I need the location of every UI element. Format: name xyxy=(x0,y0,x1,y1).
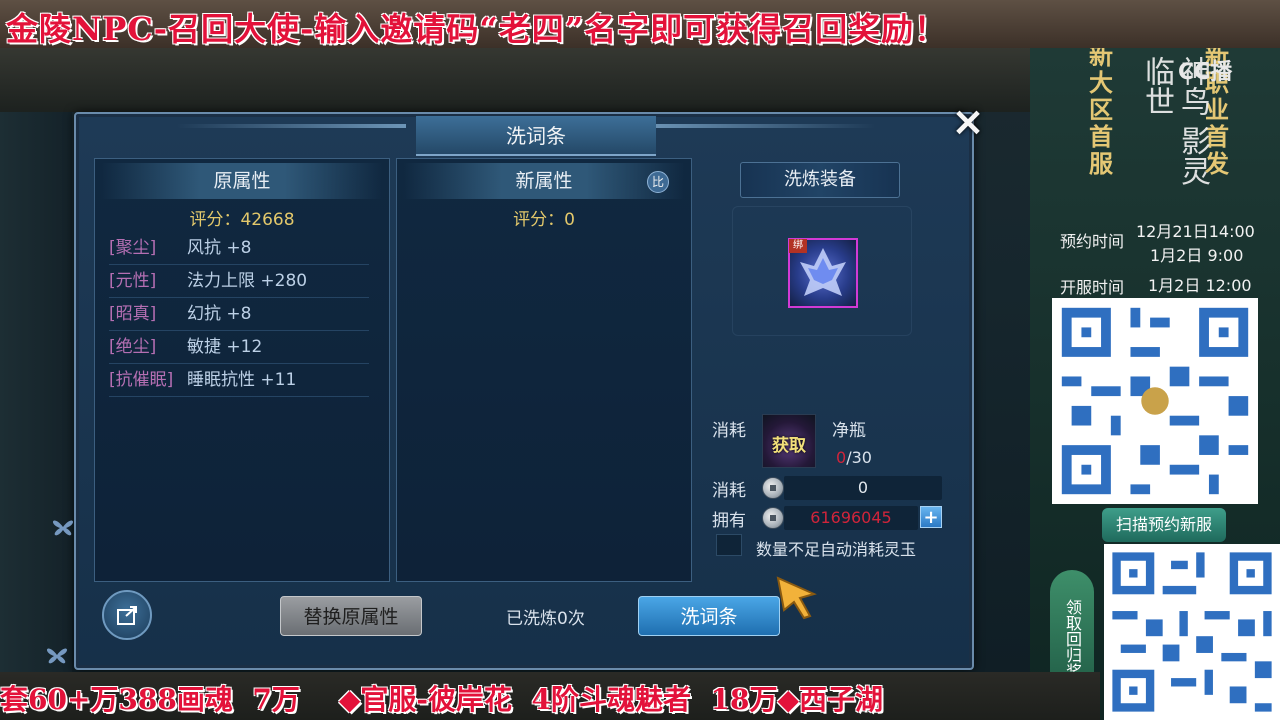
open-label: 开服时间 xyxy=(1060,278,1125,297)
pointer-arrow-icon xyxy=(776,576,820,624)
coin-own-field: 61696045 xyxy=(784,506,918,530)
qr-code[interactable] xyxy=(1052,298,1258,504)
attribute-row: [昭真] 幻抗 +8 xyxy=(109,299,369,331)
wash-button[interactable]: 洗词条 xyxy=(638,596,780,636)
top-banner: 金陵NPC-召回大使-输入邀请码“老四”名字即可获得召回奖励！ xyxy=(0,0,1280,48)
close-button[interactable]: × xyxy=(946,100,990,144)
butterfly-decoration xyxy=(48,512,78,546)
original-attributes-panel: 原属性 评分：42668 [聚尘] 风抗 +8 [元性] 法力上限 +280 [昭真… xyxy=(94,158,390,582)
attribute-value: 敏捷 +12 xyxy=(187,337,263,357)
attribute-value: 睡眠抗性 +11 xyxy=(187,370,297,390)
bottom-ticker-text: 套60+万388画魂 7万 ◆官服-彼岸花 4阶斗魂魅者 18万◆西子湖 xyxy=(0,683,883,716)
attribute-tag: [抗催眠] xyxy=(109,370,174,390)
new-attributes-panel: 新属性 比 评分：0 xyxy=(396,158,692,582)
attribute-value: 幻抗 +8 xyxy=(187,304,252,324)
coin-own-value: 61696045 xyxy=(810,508,892,527)
auto-consume-checkbox[interactable] xyxy=(716,534,742,556)
wash-equipment-header: 洗炼装备 xyxy=(740,162,900,198)
open-time: 1月2日 12:00 xyxy=(1148,276,1252,295)
consume-have-count: 0 xyxy=(836,448,847,467)
coin-consume-value: 0 xyxy=(857,478,869,497)
cc-logo: CC播 xyxy=(1178,60,1233,85)
coin-consume-label: 消耗 xyxy=(712,481,746,501)
wash-dialog: 洗词条 原属性 评分：42668 [聚尘] 风抗 +8 [元性] 法力上限 +280… xyxy=(46,112,974,670)
game-top-bar xyxy=(0,48,1030,112)
attribute-value: 法力上限 +280 xyxy=(187,271,308,291)
attribute-tag: [昭真] xyxy=(109,304,157,324)
scan-reserve-button[interactable]: 扫描预约新服 xyxy=(1102,508,1226,542)
consume-label: 消耗 xyxy=(712,421,746,441)
coin-consume-field: 0 xyxy=(784,476,942,500)
obtain-label: 获取 xyxy=(772,436,806,456)
equipment-slot[interactable]: 绑 xyxy=(788,238,858,308)
consume-item-slot[interactable]: 获取 xyxy=(762,414,816,468)
attribute-row: [聚尘] 风抗 +8 xyxy=(109,233,369,265)
consume-item-name: 净瓶 xyxy=(832,421,866,441)
dialog-title: 洗词条 xyxy=(416,116,656,156)
attribute-row: [抗催眠] 睡眠抗性 +11 xyxy=(109,365,369,397)
bound-badge: 绑 xyxy=(789,239,807,253)
bottom-ticker: 套60+万388画魂 7万 ◆官服-彼岸花 4阶斗魂魅者 18万◆西子湖 xyxy=(0,672,1100,720)
add-coin-button[interactable]: + xyxy=(920,506,942,528)
auto-consume-label: 数量不足自动消耗灵玉 xyxy=(756,540,917,559)
original-score: 评分：42668 xyxy=(189,210,295,230)
coin-icon xyxy=(762,477,784,499)
attribute-value: 风抗 +8 xyxy=(187,238,252,258)
replace-attributes-button[interactable]: 替换原属性 xyxy=(280,596,422,636)
reserve-time-2: 1月2日 9:00 xyxy=(1150,246,1244,265)
promo-sidebar: 新大区首服 新职业首发 神鸟 影灵临世 CC播 预约时间 12月21日14:00… xyxy=(1030,48,1280,720)
share-icon xyxy=(117,606,137,625)
promo-new-server-text: 新大区首服 xyxy=(1089,48,1113,178)
title-wing-left xyxy=(176,124,406,128)
wash-count: 已洗炼0次 xyxy=(506,609,585,629)
reserve-label: 预约时间 xyxy=(1060,232,1125,251)
coin-own-label: 拥有 xyxy=(712,511,746,531)
attribute-row: [元性] 法力上限 +280 xyxy=(109,266,369,298)
consume-count: 0/30 xyxy=(836,448,872,467)
new-attributes-header: 新属性 xyxy=(403,163,685,199)
reserve-time-1: 12月21日14:00 xyxy=(1136,222,1255,241)
share-button[interactable] xyxy=(102,590,152,640)
game-left-column xyxy=(0,112,72,672)
butterfly-decoration xyxy=(42,640,72,674)
consume-need-count: /30 xyxy=(846,448,872,467)
attribute-tag: [聚尘] xyxy=(109,238,157,258)
attribute-tag: [绝尘] xyxy=(109,337,157,357)
qr-code-2[interactable] xyxy=(1104,544,1280,720)
attribute-tag: [元性] xyxy=(109,271,157,291)
original-attributes-header: 原属性 xyxy=(101,163,383,199)
new-score: 评分：0 xyxy=(513,210,575,230)
compare-icon[interactable]: 比 xyxy=(647,171,669,193)
title-wing-right xyxy=(646,124,876,128)
attribute-row: [绝尘] 敏捷 +12 xyxy=(109,332,369,364)
top-banner-text: 金陵NPC-召回大使-输入邀请码“老四”名字即可获得召回奖励！ xyxy=(6,10,948,48)
coin-icon xyxy=(762,507,784,529)
